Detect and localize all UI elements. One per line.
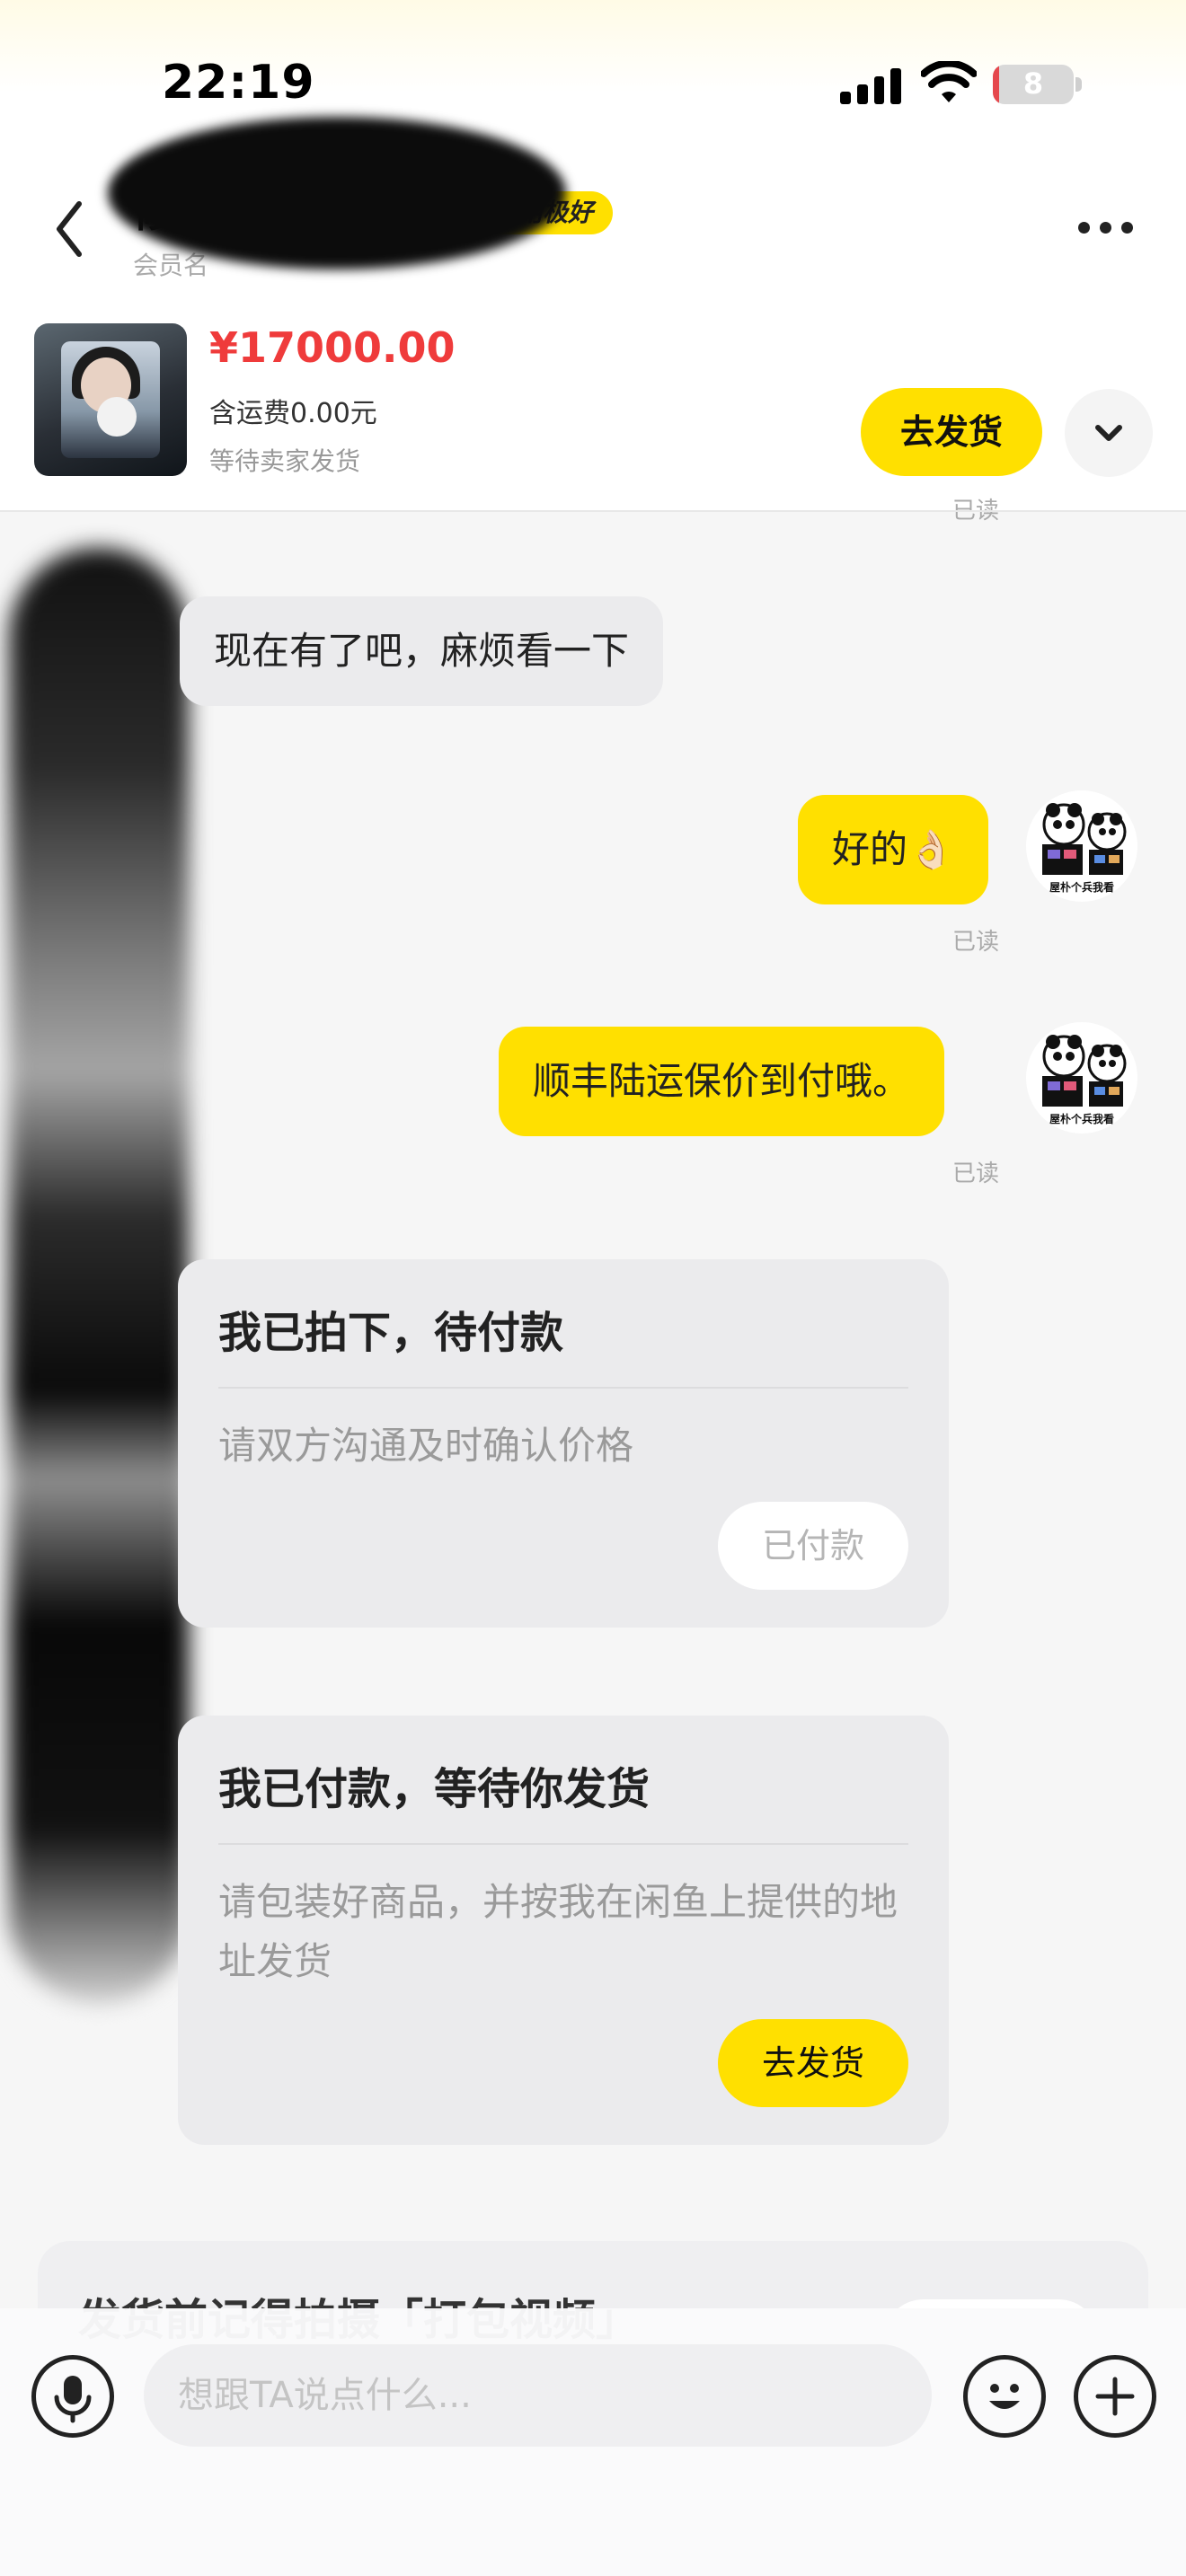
sticker-caption: 屋朴个兵我看 — [1049, 880, 1114, 894]
battery-icon: 8 — [993, 65, 1074, 104]
card-body: 请包装好商品，并按我在闲鱼上提供的地址发货 — [218, 1880, 898, 1983]
card-title: 我已拍下，待付款 — [218, 1308, 564, 1358]
card-divider — [218, 1843, 908, 1845]
read-receipt: 已读 — [952, 929, 1000, 956]
message-input[interactable] — [144, 2344, 932, 2447]
order-card-unpaid[interactable]: 我已拍下，待付款 请双方沟通及时确认价格 已付款 — [178, 1259, 949, 1628]
battery-cap — [1075, 77, 1082, 92]
microphone-icon — [54, 2376, 92, 2423]
card-title: 我已付款，等待你发货 — [218, 1764, 651, 1814]
plus-icon — [1095, 2377, 1135, 2416]
cellular-signal-icon — [840, 65, 901, 104]
redaction-mark — [108, 117, 566, 269]
sticker-caption: 屋朴个兵我看 — [1049, 1112, 1114, 1125]
card-divider — [218, 1387, 908, 1389]
smiley-icon — [989, 2384, 1020, 2409]
order-status: 等待卖家发货 — [209, 446, 361, 476]
read-receipt: 已读 — [952, 1160, 1000, 1187]
product-price: ¥17000.00 — [209, 323, 456, 372]
add-attachment-button[interactable] — [1074, 2355, 1156, 2438]
ship-button[interactable]: 去发货 — [861, 388, 1042, 476]
chevron-down-icon — [1095, 425, 1122, 441]
my-avatar[interactable]: 屋朴个兵我看 — [1026, 790, 1137, 902]
shipping-fee: 含运费0.00元 — [209, 398, 377, 429]
header-divider — [0, 510, 1186, 512]
expand-button[interactable] — [1065, 389, 1153, 477]
back-icon[interactable] — [43, 193, 97, 265]
status-time: 22:19 — [162, 56, 315, 110]
wifi-icon — [921, 61, 977, 102]
message-bubble-outgoing[interactable]: 顺丰陆运保价到付哦。 — [499, 1027, 945, 1136]
my-avatar[interactable]: 屋朴个兵我看 — [1026, 1022, 1137, 1134]
emoji-button[interactable] — [963, 2355, 1046, 2438]
message-bubble-incoming[interactable]: 现在有了吧，麻烦看一下 — [180, 596, 664, 706]
message-bubble-outgoing[interactable]: 好的👌🏻 — [798, 795, 989, 904]
card-body: 请双方沟通及时确认价格 — [218, 1424, 634, 1468]
read-receipt: 已读 — [952, 498, 1000, 525]
panda-sticker-avatar: 屋朴个兵我看 — [1042, 1035, 1127, 1125]
voice-button[interactable] — [31, 2355, 114, 2438]
ship-button[interactable]: 去发货 — [718, 2019, 908, 2107]
panda-sticker-avatar: 屋朴个兵我看 — [1042, 803, 1127, 894]
paid-button[interactable]: 已付款 — [718, 1502, 908, 1590]
redacted-avatars — [9, 548, 189, 2003]
order-card-paid[interactable]: 我已付款，等待你发货 请包装好商品，并按我在闲鱼上提供的地址发货 去发货 — [178, 1716, 949, 2145]
battery-level: 8 — [1022, 66, 1044, 101]
more-options-icon[interactable] — [1078, 214, 1150, 241]
product-thumbnail[interactable] — [34, 323, 187, 476]
